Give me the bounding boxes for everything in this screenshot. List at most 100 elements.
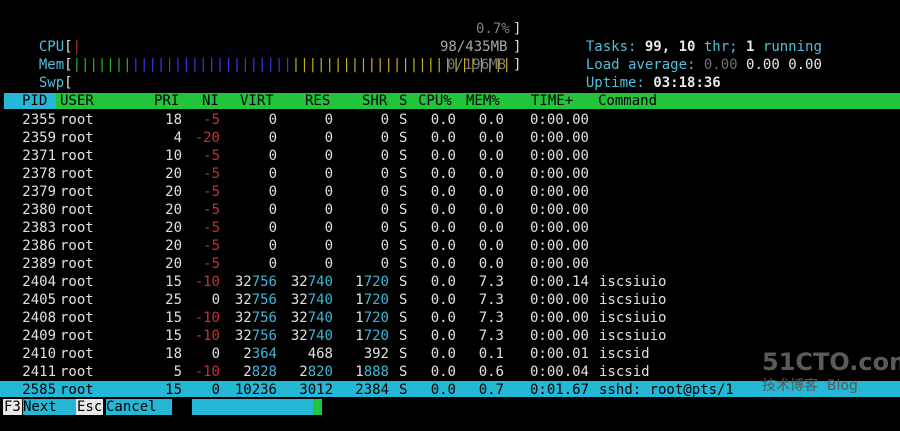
col-cpu[interactable]: CPU% — [418, 93, 452, 109]
cell-s: S — [399, 148, 408, 164]
f3-next-button[interactable]: Next — [23, 399, 76, 415]
cell-time: 0:00.00 — [529, 328, 589, 344]
cell-s: S — [399, 328, 408, 344]
cell-ni: -10 — [194, 310, 220, 326]
search-label: Search: — [208, 415, 285, 431]
cell-pid: 2359 — [22, 130, 56, 146]
cell-cmd: iscsiuio — [599, 310, 667, 326]
esc-cancel-button[interactable]: Cancel — [106, 399, 172, 415]
table-row[interactable]: 2386 root 20 -5 0 0 0 S 0.0 0.0 0:00.00 — [0, 237, 900, 255]
cell-cpu: 0.0 — [430, 112, 456, 128]
cell-s: S — [399, 238, 408, 254]
cell-ni: -5 — [203, 112, 220, 128]
table-row[interactable]: 2409 root 15 -10 32756 32740 1720 S 0.0 7.3 0:00.0… — [0, 327, 900, 345]
col-ni[interactable]: NI — [202, 93, 219, 109]
cell-virt: 2364 — [243, 346, 277, 362]
cell-pri: 20 — [165, 238, 182, 254]
load-5: 0.00 — [746, 57, 780, 73]
col-mem[interactable]: MEM% — [466, 93, 500, 109]
cell-cmd: iscsiuio — [599, 328, 667, 344]
cell-mem: 7.3 — [478, 310, 504, 326]
cell-shr: 1720 — [355, 274, 389, 290]
cell-pid: 2378 — [22, 166, 56, 182]
cell-s: S — [399, 346, 408, 362]
table-row[interactable]: 2355 root 18 -5 0 0 0 S 0.0 0.0 0:00.00 — [0, 111, 900, 129]
cell-pid: 2405 — [22, 292, 56, 308]
cell-shr: 1720 — [355, 328, 389, 344]
cell-cpu: 0.0 — [430, 256, 456, 272]
col-virt[interactable]: VIRT — [240, 93, 274, 109]
col-user[interactable]: USER — [60, 93, 94, 109]
cell-ni: -20 — [194, 130, 220, 146]
cell-virt: 0 — [268, 220, 277, 236]
cell-virt: 32756 — [234, 274, 277, 290]
col-pri[interactable]: PRI — [154, 93, 179, 109]
table-row[interactable]: 2379 root 20 -5 0 0 0 S 0.0 0.0 0:00.00 — [0, 183, 900, 201]
cell-user: root — [60, 256, 94, 272]
cell-shr: 0 — [380, 148, 389, 164]
col-shr[interactable]: SHR — [362, 93, 387, 109]
cell-pid: 2404 — [22, 274, 56, 290]
cell-pri: 25 — [165, 292, 182, 308]
cell-time: 0:00.00 — [529, 256, 589, 272]
cell-s: S — [399, 256, 408, 272]
cell-cpu: 0.0 — [430, 274, 456, 290]
table-row[interactable]: 2405 root 25 0 32756 32740 1720 S 0.0 7.3 0:00.00 i… — [0, 291, 900, 309]
cell-pri: 20 — [165, 202, 182, 218]
col-command[interactable]: Command — [598, 93, 657, 109]
col-pid[interactable]: PID — [22, 93, 47, 109]
cell-res: 0 — [324, 148, 333, 164]
cell-res: 468 — [307, 346, 333, 362]
cell-time: 0:00.00 — [529, 130, 589, 146]
cell-virt: 2828 — [243, 364, 277, 380]
uptime-value: 03:18:36 — [653, 75, 721, 91]
table-row[interactable]: 2380 root 20 -5 0 0 0 S 0.0 0.0 0:00.00 — [0, 201, 900, 219]
cell-pri: 15 — [165, 310, 182, 326]
cell-user: root — [60, 220, 94, 236]
cell-pri: 15 — [165, 274, 182, 290]
cell-shr: 0 — [380, 238, 389, 254]
cell-mem: 0.0 — [478, 256, 504, 272]
table-header[interactable] — [4, 93, 900, 109]
cell-cpu: 0.0 — [430, 328, 456, 344]
cell-ni: -5 — [203, 184, 220, 200]
search-input[interactable]: sshd — [285, 415, 319, 431]
cell-cmd: iscsid — [599, 346, 650, 362]
table-row[interactable]: 2359 root 4 -20 0 0 0 S 0.0 0.0 0:00.00 — [0, 129, 900, 147]
swp-label: Swp — [38, 75, 65, 91]
cell-cpu: 0.0 — [430, 202, 456, 218]
search-field[interactable]: Search: sshd — [192, 399, 318, 431]
cell-time: 0:00.00 — [529, 112, 589, 128]
table-row[interactable]: 2389 root 20 -5 0 0 0 S 0.0 0.0 0:00.00 — [0, 255, 900, 273]
col-time[interactable]: TIME+ — [531, 93, 573, 109]
cell-ni: -10 — [194, 328, 220, 344]
mem-bar-buffers: ||||||||||||||||||| — [131, 57, 292, 73]
uptime-label: Uptime: — [585, 75, 654, 91]
swp-value: 0/196MB — [447, 57, 507, 73]
mem-meter: Mem[||||||||||||||||||||||||||||||||||||… — [22, 38, 511, 74]
cell-s: S — [399, 220, 408, 236]
col-s[interactable]: S — [399, 93, 407, 109]
cell-res: 32740 — [290, 310, 333, 326]
cell-time: 0:00.01 — [529, 346, 589, 362]
col-res[interactable]: RES — [305, 93, 330, 109]
cell-ni: -10 — [194, 364, 220, 380]
table-row[interactable]: 2378 root 20 -5 0 0 0 S 0.0 0.0 0:00.00 — [0, 165, 900, 183]
cell-virt: 0 — [268, 148, 277, 164]
table-row[interactable]: 2404 root 15 -10 32756 32740 1720 S 0.0 7.3 0:00.1… — [0, 273, 900, 291]
cell-pid: 2411 — [22, 364, 56, 380]
f3-key[interactable]: F3 — [3, 399, 22, 415]
cell-shr: 0 — [380, 112, 389, 128]
esc-key[interactable]: Esc — [76, 399, 104, 415]
cell-s: S — [399, 112, 408, 128]
cell-res: 0 — [324, 238, 333, 254]
cell-mem: 7.3 — [478, 292, 504, 308]
table-row[interactable]: 2383 root 20 -5 0 0 0 S 0.0 0.0 0:00.00 — [0, 219, 900, 237]
cell-user: root — [60, 184, 94, 200]
cell-s: S — [399, 202, 408, 218]
uptime-stat: Uptime: 03:18:36 — [569, 56, 721, 92]
cell-cpu: 0.0 — [430, 166, 456, 182]
table-row[interactable]: 2371 root 10 -5 0 0 0 S 0.0 0.0 0:00.00 — [0, 147, 900, 165]
cell-time: 0:00.00 — [529, 310, 589, 326]
table-row[interactable]: 2408 root 15 -10 32756 32740 1720 S 0.0 7.3 0:00.0… — [0, 309, 900, 327]
